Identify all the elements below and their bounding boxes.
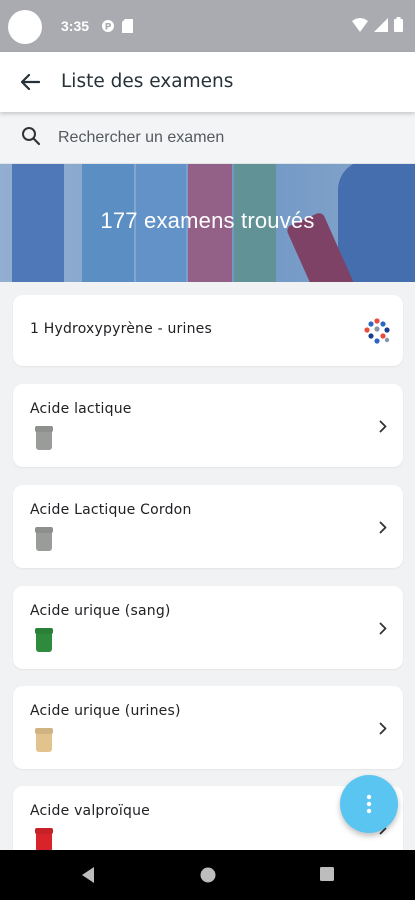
camera-cutout [8, 10, 42, 44]
tube-color-icon [36, 630, 52, 652]
battery-icon [394, 17, 403, 36]
nav-recents-button[interactable] [319, 866, 335, 886]
exam-list-item[interactable]: Acide lactique [13, 384, 403, 467]
results-banner: 177 examens trouvés [0, 164, 415, 282]
exam-list-item[interactable]: Acide urique (sang) [13, 586, 403, 669]
sd-card-icon [122, 18, 133, 37]
chevron-right-icon [379, 620, 387, 639]
chevron-right-icon [379, 418, 387, 437]
exam-name: 1 Hydroxypyrène - urines [30, 321, 212, 337]
back-button[interactable] [16, 68, 44, 96]
tube-color-icon [36, 830, 52, 852]
svg-text:P: P [105, 23, 112, 33]
exam-list-item[interactable]: 1 Hydroxypyrène - urines [13, 295, 403, 366]
tube-color-icon [36, 730, 52, 752]
square-recents-icon [320, 867, 334, 881]
status-time: 3:35 [61, 18, 90, 34]
exam-name: Acide valproïque [30, 803, 150, 819]
app-bar: Liste des examens [0, 52, 415, 112]
triangle-back-icon [82, 867, 94, 883]
search-input[interactable] [56, 124, 390, 152]
page-title: Liste des examens [61, 71, 234, 92]
search-icon [21, 126, 41, 150]
notification-icon: P [101, 18, 115, 37]
nav-home-button[interactable] [199, 866, 217, 888]
lab-logo-icon [363, 317, 391, 349]
circle-home-icon [200, 867, 216, 883]
system-nav-bar [0, 850, 415, 900]
more-options-button[interactable] [340, 775, 398, 833]
wifi-icon [352, 17, 368, 36]
exam-list-item[interactable]: Acide urique (urines) [13, 686, 403, 769]
chevron-right-icon [379, 519, 387, 538]
nav-back-button[interactable] [80, 866, 96, 888]
tube-color-icon [36, 529, 52, 551]
exam-list-item[interactable]: Acide Lactique Cordon [13, 485, 403, 568]
exam-name: Acide urique (sang) [30, 603, 171, 619]
results-count: 177 examens trouvés [100, 208, 315, 233]
arrow-left-icon [20, 73, 40, 91]
exam-name: Acide Lactique Cordon [30, 502, 192, 518]
status-bar: 3:35 P [0, 0, 415, 52]
chevron-right-icon [379, 720, 387, 739]
exam-name: Acide lactique [30, 401, 132, 417]
exam-name: Acide urique (urines) [30, 703, 181, 719]
search-bar [0, 112, 415, 164]
tube-color-icon [36, 428, 52, 450]
more-vertical-icon [366, 794, 372, 814]
signal-icon [374, 17, 388, 36]
